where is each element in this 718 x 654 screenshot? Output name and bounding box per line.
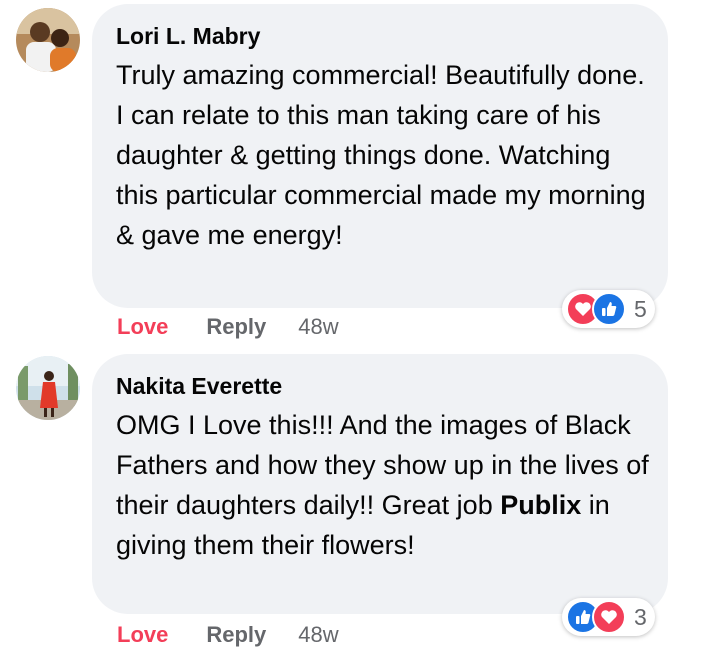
like-icon: [592, 292, 626, 326]
comment-author[interactable]: Lori L. Mabry: [116, 22, 260, 50]
love-icon: [592, 600, 626, 634]
comment-actions: Love Reply 48w: [117, 620, 339, 650]
comment-text: OMG I Love this!!! And the images of Bla…: [116, 405, 656, 565]
reaction-summary[interactable]: 3: [562, 598, 655, 636]
avatar[interactable]: [16, 8, 80, 72]
comment-timestamp[interactable]: 48w: [298, 314, 338, 340]
love-button[interactable]: Love: [117, 622, 168, 648]
comment-text: Truly amazing commercial! Beautifully do…: [116, 55, 656, 255]
reaction-count: 3: [634, 603, 647, 630]
love-button[interactable]: Love: [117, 314, 168, 340]
comment-bubble: Nakita Everette OMG I Love this!!! And t…: [92, 354, 668, 614]
comment-actions: Love Reply 48w: [117, 312, 339, 342]
reaction-count: 5: [634, 295, 647, 322]
reply-button[interactable]: Reply: [206, 314, 266, 340]
reaction-summary[interactable]: 5: [562, 290, 655, 328]
comment-timestamp[interactable]: 48w: [298, 622, 338, 648]
comment-author[interactable]: Nakita Everette: [116, 372, 282, 400]
comment-text-part: Truly amazing commercial! Beautifully do…: [116, 60, 646, 250]
avatar[interactable]: [16, 356, 80, 420]
reply-button[interactable]: Reply: [206, 622, 266, 648]
mentioned-page-link[interactable]: Publix: [500, 490, 581, 520]
comment-bubble: Lori L. Mabry Truly amazing commercial! …: [92, 4, 668, 308]
